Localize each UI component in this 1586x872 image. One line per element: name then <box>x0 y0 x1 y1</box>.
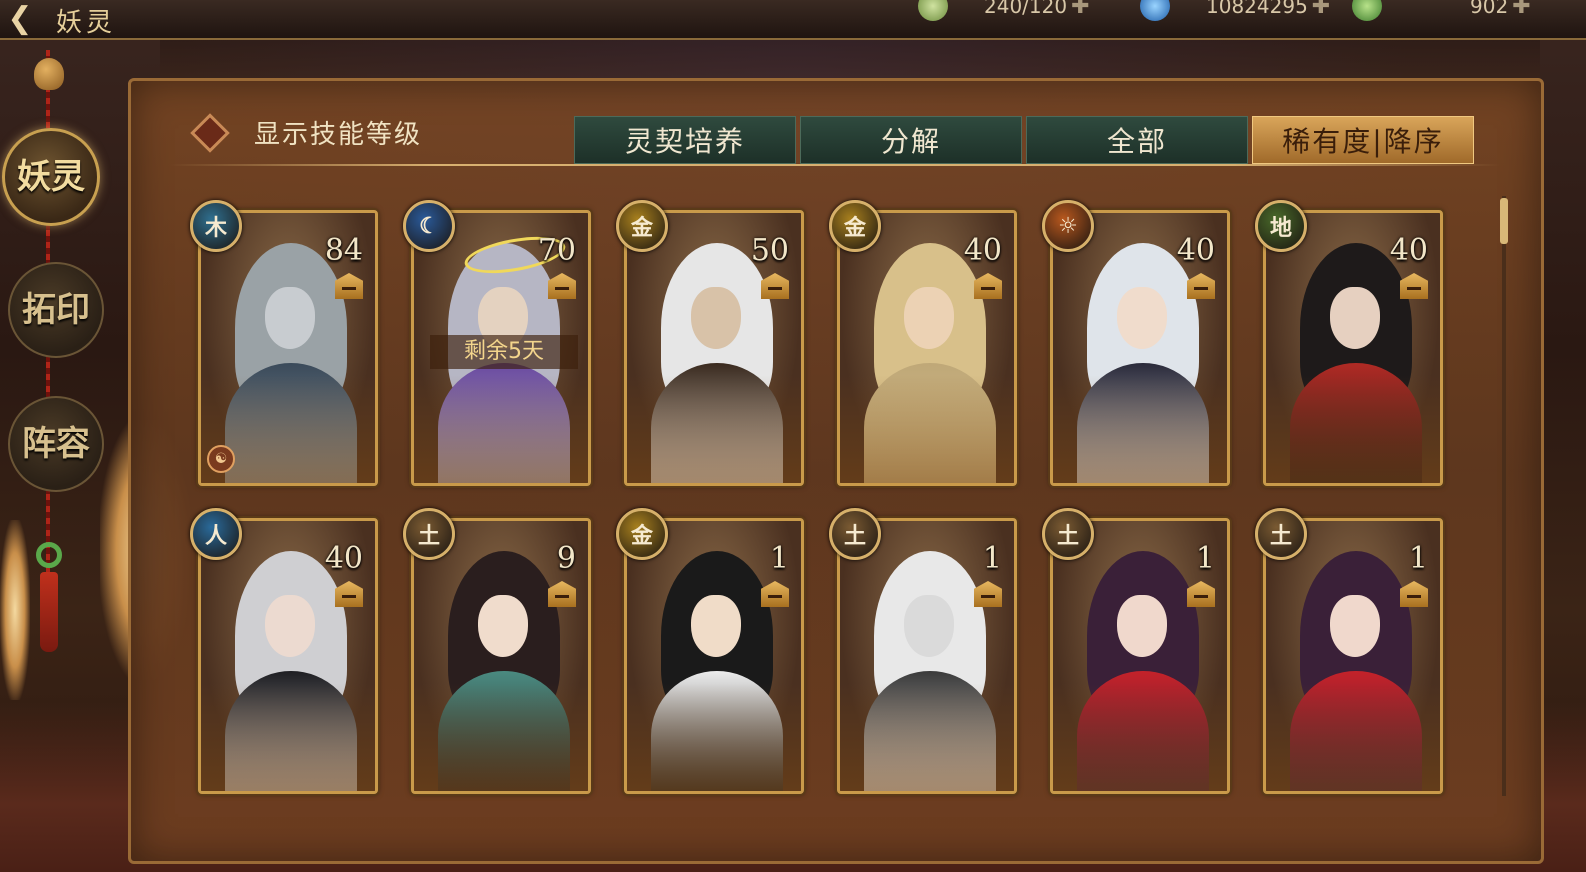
card-level: 84 <box>324 233 363 268</box>
tab-all[interactable]: 全部 <box>1026 116 1248 164</box>
spirit-card[interactable]: 50 <box>624 210 804 486</box>
spirit-card[interactable]: 70 剩余5天 <box>411 210 591 486</box>
sort-rarity-button[interactable]: 稀有度|降序 <box>1252 116 1474 164</box>
jade-ring-icon <box>36 542 62 568</box>
remaining-days-label: 剩余5天 <box>430 335 578 369</box>
element-badge-icon: 土 <box>829 508 881 560</box>
element-badge-icon: 土 <box>403 508 455 560</box>
spirit-card[interactable]: 9 <box>411 518 591 794</box>
tassel-icon <box>40 572 58 652</box>
bell-icon <box>34 58 64 90</box>
spirit-card[interactable]: 1 <box>1263 518 1443 794</box>
card-level: 1 <box>1195 541 1215 576</box>
resource-coin: 902 ✚ <box>1352 0 1531 21</box>
spirit-card[interactable]: 40 <box>1050 210 1230 486</box>
spirit-card[interactable]: 40 <box>837 210 1017 486</box>
resource-gem: 10824295 ✚ <box>1140 0 1330 21</box>
card-level: 1 <box>982 541 1002 576</box>
spirit-card[interactable]: 1 <box>837 518 1017 794</box>
top-bar: ❮ 妖灵 240/120 ✚ 10824295 ✚ 902 ✚ <box>0 0 1586 40</box>
toggle-label: 显示技能等级 <box>254 120 423 150</box>
element-badge-icon: 金 <box>616 200 668 252</box>
element-badge-icon: 木 <box>190 200 242 252</box>
page-title: 妖灵 <box>56 8 117 38</box>
spirit-card[interactable]: 84 ☯ <box>198 210 378 486</box>
sidebar-item-zhenrong[interactable]: 阵容 <box>8 396 104 492</box>
jade-stamina-icon <box>918 0 948 21</box>
filter-tabs: 灵契培养 分解 全部 稀有度|降序 <box>574 116 1478 164</box>
element-badge-icon: 地 <box>1255 200 1307 252</box>
sidebar-item-label: 妖灵 <box>17 157 85 197</box>
element-badge-icon: ☾ <box>403 200 455 252</box>
card-level: 1 <box>769 541 789 576</box>
scrollbar-track[interactable] <box>1502 196 1506 796</box>
spirit-card-grid: 84 ☯ 木 70 剩余5天 ☾ 50 金 40 金 40 ☼ 40 地 40 人 9 土 1 金 1 土 1 土 1 土 <box>190 200 1448 800</box>
element-badge-icon: 土 <box>1042 508 1094 560</box>
resource-stamina: 240/120 ✚ <box>918 0 1090 21</box>
bond-icon: ☯ <box>207 445 235 473</box>
tab-decompose[interactable]: 分解 <box>800 116 1022 164</box>
back-arrow-icon: ❮ <box>7 0 33 36</box>
resource-value: 902 <box>1470 0 1509 18</box>
background-lantern <box>0 520 30 700</box>
card-level: 40 <box>1389 233 1428 268</box>
green-coin-icon <box>1352 0 1382 21</box>
back-button[interactable]: ❮ <box>0 0 40 36</box>
scrollbar-thumb[interactable] <box>1500 198 1508 244</box>
sidebar-item-label: 阵容 <box>22 424 90 464</box>
sidebar-item-label: 拓印 <box>22 290 90 330</box>
resource-value: 240/120 <box>984 0 1068 18</box>
sidebar-item-tuoyin[interactable]: 拓印 <box>8 262 104 358</box>
panel-divider <box>170 164 1500 166</box>
element-badge-icon: 金 <box>616 508 668 560</box>
card-level: 50 <box>750 233 789 268</box>
show-skill-level-toggle[interactable]: 显示技能等级 <box>190 112 423 153</box>
background-beam <box>160 40 1540 80</box>
checkbox-diamond-icon <box>190 112 230 153</box>
card-level: 40 <box>1176 233 1215 268</box>
element-badge-icon: 金 <box>829 200 881 252</box>
sidebar-item-yaoling[interactable]: 妖灵 <box>2 128 100 226</box>
spirit-card[interactable]: 1 <box>624 518 804 794</box>
card-level: 1 <box>1408 541 1428 576</box>
blue-gem-icon <box>1140 0 1170 21</box>
tab-contract-training[interactable]: 灵契培养 <box>574 116 796 164</box>
add-gem-button[interactable]: ✚ <box>1312 0 1330 19</box>
card-level: 9 <box>556 541 576 576</box>
spirit-card[interactable]: 40 <box>1263 210 1443 486</box>
add-stamina-button[interactable]: ✚ <box>1071 0 1089 19</box>
card-level: 40 <box>963 233 1002 268</box>
spirit-card[interactable]: 40 <box>198 518 378 794</box>
element-badge-icon: ☼ <box>1042 200 1094 252</box>
resource-value: 10824295 <box>1206 0 1308 18</box>
element-badge-icon: 人 <box>190 508 242 560</box>
spirit-card[interactable]: 1 <box>1050 518 1230 794</box>
add-coin-button[interactable]: ✚ <box>1512 0 1530 19</box>
card-level: 70 <box>537 233 576 268</box>
card-level: 40 <box>324 541 363 576</box>
element-badge-icon: 土 <box>1255 508 1307 560</box>
